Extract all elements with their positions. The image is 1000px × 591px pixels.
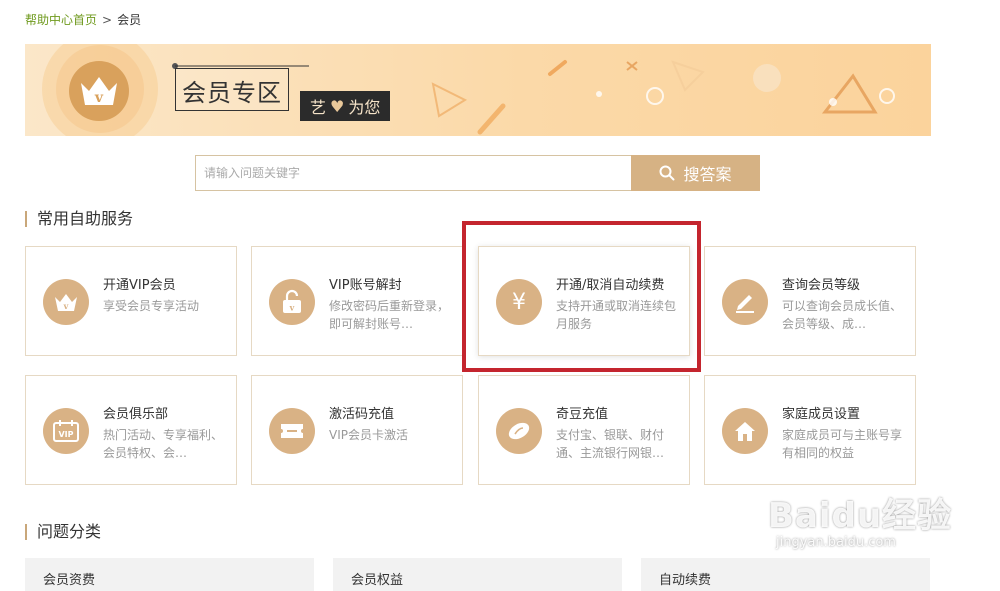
baidu-watermark: Baidu经验 jingyan.baidu.com: [768, 488, 952, 550]
search-icon: [659, 165, 675, 181]
service-card-desc: 热门活动、专享福利、会员特权、会…: [103, 428, 224, 460]
service-card-qidou-recharge[interactable]: 奇豆充值 支付宝、银联、财付通、主流银行网银…: [478, 375, 690, 485]
service-card-title: 会员俱乐部: [103, 407, 169, 422]
service-card-family-members[interactable]: 家庭成员设置 家庭成员可与主账号享有相同的权益: [704, 375, 916, 485]
vip-calendar-icon: VIP: [43, 408, 89, 454]
service-card-member-level[interactable]: 查询会员等级 可以查询会员成长值、会员等级、成…: [704, 246, 916, 356]
service-card-member-club[interactable]: VIP 会员俱乐部 热门活动、专享福利、会员特权、会…: [25, 375, 237, 485]
service-card-title: 查询会员等级: [782, 278, 861, 293]
service-card-title: 开通VIP会员: [103, 278, 176, 293]
member-help-page: 帮助中心首页 > 会员 v 会员专区 艺 ♥ 为您 请输入问题关键字 搜答案 常…: [0, 0, 1000, 591]
service-card-desc: 支持开通或取消连续包月服务: [556, 299, 677, 331]
banner-slogan: 艺 ♥ 为您: [300, 91, 391, 121]
service-card-title: 奇豆充值: [556, 407, 609, 422]
banner-decoration: [42, 44, 895, 136]
breadcrumb-separator: >: [102, 13, 113, 27]
watermark-logo: Baidu经验: [768, 496, 953, 536]
section-title-self-service: 常用自助服务: [25, 211, 133, 227]
watermark-url: jingyan.baidu.com: [776, 535, 896, 550]
service-card-desc: VIP会员卡激活: [329, 428, 408, 442]
unlock-icon: v: [269, 279, 315, 325]
section-title-categories: 问题分类: [25, 524, 101, 540]
service-card-activation-code[interactable]: 激活码充值 VIP会员卡激活: [251, 375, 463, 485]
service-card-auto-renew[interactable]: ¥ 开通/取消自动续费 支持开通或取消连续包月服务: [478, 246, 690, 356]
service-card-desc: 修改密码后重新登录，即可解封账号…: [329, 299, 450, 331]
service-card-desc: 家庭成员可与主账号享有相同的权益: [782, 428, 903, 460]
crown-icon: v: [69, 61, 129, 121]
service-card-unblock-vip[interactable]: v VIP账号解封 修改密码后重新登录，即可解封账号…: [251, 246, 463, 356]
svg-text:v: v: [63, 301, 69, 311]
category-tab-benefits[interactable]: 会员权益: [333, 558, 622, 591]
search-bar: 搜答案: [195, 155, 760, 191]
crown-letter: v: [94, 90, 104, 106]
bean-icon: [496, 408, 542, 454]
slogan-right: 为您: [348, 98, 381, 117]
pencil-icon: [722, 279, 768, 325]
service-card-desc: 享受会员专享活动: [103, 299, 200, 313]
banner-title: 会员专区: [182, 79, 282, 107]
search-button-label: 搜答案: [683, 165, 732, 184]
service-card-desc: 可以查询会员成长值、会员等级、成…: [782, 299, 903, 331]
search-button[interactable]: 搜答案: [631, 155, 760, 191]
heart-icon: ♥: [330, 96, 345, 116]
service-card-title: 家庭成员设置: [782, 407, 861, 422]
search-input[interactable]: [195, 155, 631, 191]
breadcrumb-home-link[interactable]: 帮助中心首页: [25, 13, 97, 27]
banner-title-box: 会员专区: [175, 68, 289, 111]
svg-text:v: v: [289, 303, 295, 313]
service-card-title: 开通/取消自动续费: [556, 278, 665, 293]
crown-icon: v: [43, 279, 89, 325]
category-tab-fees[interactable]: 会员资费: [25, 558, 314, 591]
service-card-open-vip[interactable]: v 开通VIP会员 享受会员专享活动: [25, 246, 237, 356]
slogan-left: 艺: [310, 98, 327, 117]
category-tab-auto-renew[interactable]: 自动续费: [641, 558, 930, 591]
ticket-icon: [269, 408, 315, 454]
yen-icon: ¥: [496, 279, 542, 325]
home-icon: [722, 408, 768, 454]
breadcrumb: 帮助中心首页 > 会员: [25, 11, 141, 28]
breadcrumb-current: 会员: [117, 13, 142, 27]
svg-text:VIP: VIP: [58, 430, 73, 439]
member-banner: v 会员专区 艺 ♥ 为您: [25, 44, 931, 136]
service-card-title: VIP账号解封: [329, 278, 402, 293]
service-card-title: 激活码充值: [329, 407, 395, 422]
service-card-desc: 支付宝、银联、财付通、主流银行网银…: [556, 428, 665, 460]
